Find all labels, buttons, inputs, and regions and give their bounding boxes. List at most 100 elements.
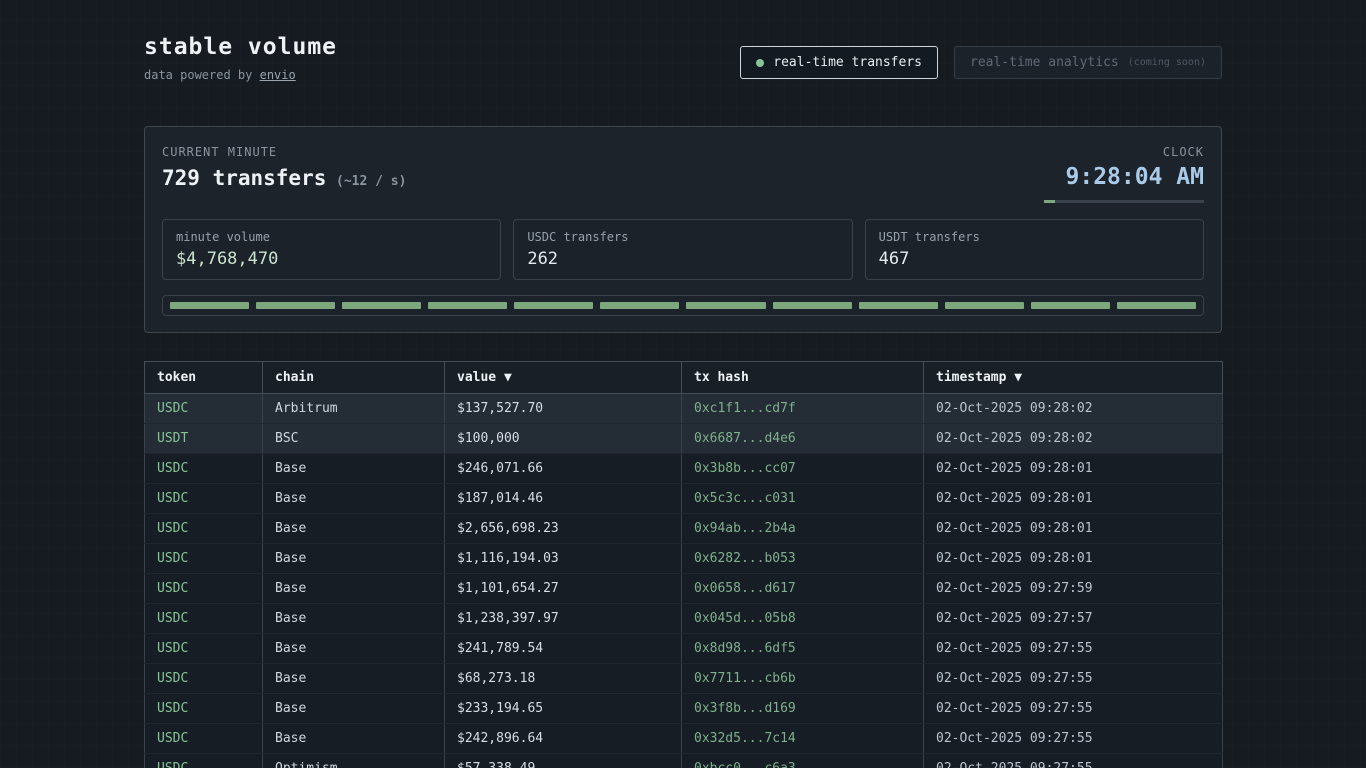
cell-chain: Base bbox=[263, 694, 445, 724]
cell-chain: Base bbox=[263, 544, 445, 574]
cell-token: USDC bbox=[145, 484, 263, 514]
cell-token: USDC bbox=[145, 514, 263, 544]
cell-value: $100,000 bbox=[445, 424, 682, 454]
cell-chain: BSC bbox=[263, 424, 445, 454]
col-timestamp-sort[interactable]: timestamp ▼ bbox=[924, 362, 1223, 394]
cell-tx-hash-link[interactable]: 0x045d...05b8 bbox=[682, 604, 924, 634]
stat-value: 262 bbox=[527, 249, 838, 269]
table-row: USDCBase$1,101,654.270x0658...d61702-Oct… bbox=[145, 574, 1223, 604]
cell-token: USDC bbox=[145, 754, 263, 768]
activity-segment bbox=[686, 302, 765, 309]
clock-label: CLOCK bbox=[1044, 145, 1204, 159]
cell-tx-hash-link[interactable]: 0x32d5...7c14 bbox=[682, 724, 924, 754]
table-header-row: token chain value ▼ tx hash timestamp ▼ bbox=[145, 362, 1223, 394]
cell-chain: Base bbox=[263, 514, 445, 544]
transfers-table: token chain value ▼ tx hash timestamp ▼ … bbox=[144, 361, 1223, 768]
cell-tx-hash-link[interactable]: 0xc1f1...cd7f bbox=[682, 394, 924, 424]
cell-token: USDC bbox=[145, 454, 263, 484]
cell-tx-hash-link[interactable]: 0x0658...d617 bbox=[682, 574, 924, 604]
cell-timestamp: 02-Oct-2025 09:27:57 bbox=[924, 604, 1223, 634]
activity-segment bbox=[428, 302, 507, 309]
cell-chain: Base bbox=[263, 574, 445, 604]
powered-by: data powered by envio bbox=[144, 68, 337, 82]
stats-row: minute volume $4,768,470 USDC transfers … bbox=[162, 219, 1204, 280]
cell-chain: Base bbox=[263, 604, 445, 634]
table-row: USDCBase$242,896.640x32d5...7c1402-Oct-2… bbox=[145, 724, 1223, 754]
topbar: stable volume data powered by envio real… bbox=[144, 34, 1222, 82]
table-row: USDTBSC$100,0000x6687...d4e602-Oct-2025 … bbox=[145, 424, 1223, 454]
cell-tx-hash-link[interactable]: 0x8d98...6df5 bbox=[682, 634, 924, 664]
stat-minute-volume: minute volume $4,768,470 bbox=[162, 219, 501, 280]
cell-tx-hash-link[interactable]: 0x6687...d4e6 bbox=[682, 424, 924, 454]
page-title: stable volume bbox=[144, 34, 337, 60]
branding: stable volume data powered by envio bbox=[144, 34, 337, 82]
cell-tx-hash-link[interactable]: 0x5c3c...c031 bbox=[682, 484, 924, 514]
table-row: USDCBase$2,656,698.230x94ab...2b4a02-Oct… bbox=[145, 514, 1223, 544]
cell-chain: Base bbox=[263, 454, 445, 484]
coming-soon-note: (coming soon) bbox=[1128, 57, 1206, 68]
page: stable volume data powered by envio real… bbox=[144, 0, 1222, 768]
clock-progress-fill bbox=[1044, 200, 1055, 203]
activity-segment bbox=[342, 302, 421, 309]
cell-value: $57,338.49 bbox=[445, 754, 682, 768]
transfers-count-line: 729 transfers (~12 / s) bbox=[162, 166, 406, 190]
cell-value: $241,789.54 bbox=[445, 634, 682, 664]
col-chain: chain bbox=[263, 362, 445, 394]
col-tx-hash: tx hash bbox=[682, 362, 924, 394]
cell-token: USDC bbox=[145, 724, 263, 754]
col-value-sort[interactable]: value ▼ bbox=[445, 362, 682, 394]
stat-label: minute volume bbox=[176, 230, 487, 244]
cell-timestamp: 02-Oct-2025 09:27:55 bbox=[924, 694, 1223, 724]
col-token: token bbox=[145, 362, 263, 394]
cell-tx-hash-link[interactable]: 0x3b8b...cc07 bbox=[682, 454, 924, 484]
stat-label: USDT transfers bbox=[879, 230, 1190, 244]
activity-segment bbox=[945, 302, 1024, 309]
tab-realtime-analytics[interactable]: real-time analytics (coming soon) bbox=[954, 46, 1222, 79]
cell-timestamp: 02-Oct-2025 09:27:55 bbox=[924, 724, 1223, 754]
cell-tx-hash-link[interactable]: 0x7711...cb6b bbox=[682, 664, 924, 694]
cell-tx-hash-link[interactable]: 0x3f8b...d169 bbox=[682, 694, 924, 724]
cell-chain: Arbitrum bbox=[263, 394, 445, 424]
table-row: USDCBase$187,014.460x5c3c...c03102-Oct-2… bbox=[145, 484, 1223, 514]
tab-label: real-time transfers bbox=[773, 55, 922, 70]
cell-value: $233,194.65 bbox=[445, 694, 682, 724]
cell-value: $1,116,194.03 bbox=[445, 544, 682, 574]
cell-token: USDC bbox=[145, 664, 263, 694]
cell-timestamp: 02-Oct-2025 09:28:01 bbox=[924, 544, 1223, 574]
cell-tx-hash-link[interactable]: 0xbcc0...c6a3 bbox=[682, 754, 924, 768]
activity-segment bbox=[1031, 302, 1110, 309]
table-row: USDCBase$233,194.650x3f8b...d16902-Oct-2… bbox=[145, 694, 1223, 724]
current-minute-block: CURRENT MINUTE 729 transfers (~12 / s) bbox=[162, 145, 406, 203]
cell-chain: Optimism bbox=[263, 754, 445, 768]
cell-token: USDT bbox=[145, 424, 263, 454]
activity-segment bbox=[859, 302, 938, 309]
cell-token: USDC bbox=[145, 634, 263, 664]
current-minute-panel: CURRENT MINUTE 729 transfers (~12 / s) C… bbox=[144, 126, 1222, 333]
activity-segment bbox=[1117, 302, 1196, 309]
activity-segment bbox=[773, 302, 852, 309]
cell-timestamp: 02-Oct-2025 09:27:55 bbox=[924, 664, 1223, 694]
transfers-rate: (~12 / s) bbox=[336, 174, 406, 189]
clock-time: 9:28:04 AM bbox=[1044, 164, 1204, 190]
tab-realtime-transfers[interactable]: real-time transfers bbox=[740, 46, 938, 79]
table-row: USDCBase$241,789.540x8d98...6df502-Oct-2… bbox=[145, 634, 1223, 664]
cell-value: $246,071.66 bbox=[445, 454, 682, 484]
cell-timestamp: 02-Oct-2025 09:28:01 bbox=[924, 454, 1223, 484]
cell-timestamp: 02-Oct-2025 09:27:55 bbox=[924, 754, 1223, 768]
cell-chain: Base bbox=[263, 724, 445, 754]
activity-segment bbox=[600, 302, 679, 309]
cell-tx-hash-link[interactable]: 0x94ab...2b4a bbox=[682, 514, 924, 544]
table-row: USDCBase$68,273.180x7711...cb6b02-Oct-20… bbox=[145, 664, 1223, 694]
envio-link[interactable]: envio bbox=[260, 68, 296, 82]
cell-tx-hash-link[interactable]: 0x6282...b053 bbox=[682, 544, 924, 574]
cell-chain: Base bbox=[263, 484, 445, 514]
stat-value: 467 bbox=[879, 249, 1190, 269]
table-row: USDCArbitrum$137,527.700xc1f1...cd7f02-O… bbox=[145, 394, 1223, 424]
table-row: USDCBase$246,071.660x3b8b...cc0702-Oct-2… bbox=[145, 454, 1223, 484]
view-tabs: real-time transfers real-time analytics … bbox=[740, 46, 1222, 79]
table-row: USDCOptimism$57,338.490xbcc0...c6a302-Oc… bbox=[145, 754, 1223, 768]
stat-usdc-transfers: USDC transfers 262 bbox=[513, 219, 852, 280]
cell-chain: Base bbox=[263, 664, 445, 694]
live-dot-icon bbox=[756, 59, 764, 67]
powered-by-text: data powered by bbox=[144, 68, 260, 82]
